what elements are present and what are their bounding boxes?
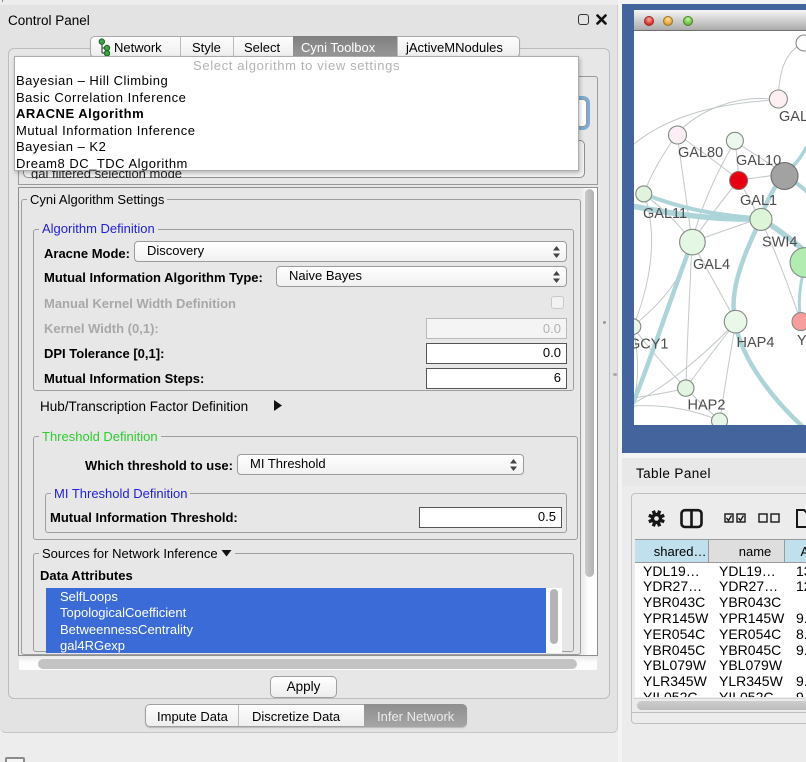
svg-text:GAL4: GAL4 <box>693 257 730 273</box>
svg-text:GAL7: GAL7 <box>779 109 806 125</box>
svg-text:GAL10: GAL10 <box>736 153 781 169</box>
svg-text:HAP2: HAP2 <box>688 398 726 414</box>
svg-text:HAP4: HAP4 <box>737 335 775 351</box>
svg-text:GCY1: GCY1 <box>634 337 669 353</box>
svg-text:GAL11: GAL11 <box>643 206 687 222</box>
svg-text:GAL1: GAL1 <box>740 193 777 209</box>
svg-text:SWI4: SWI4 <box>762 235 797 251</box>
svg-text:YD: YD <box>797 333 806 349</box>
svg-text:GAL80: GAL80 <box>678 145 723 161</box>
